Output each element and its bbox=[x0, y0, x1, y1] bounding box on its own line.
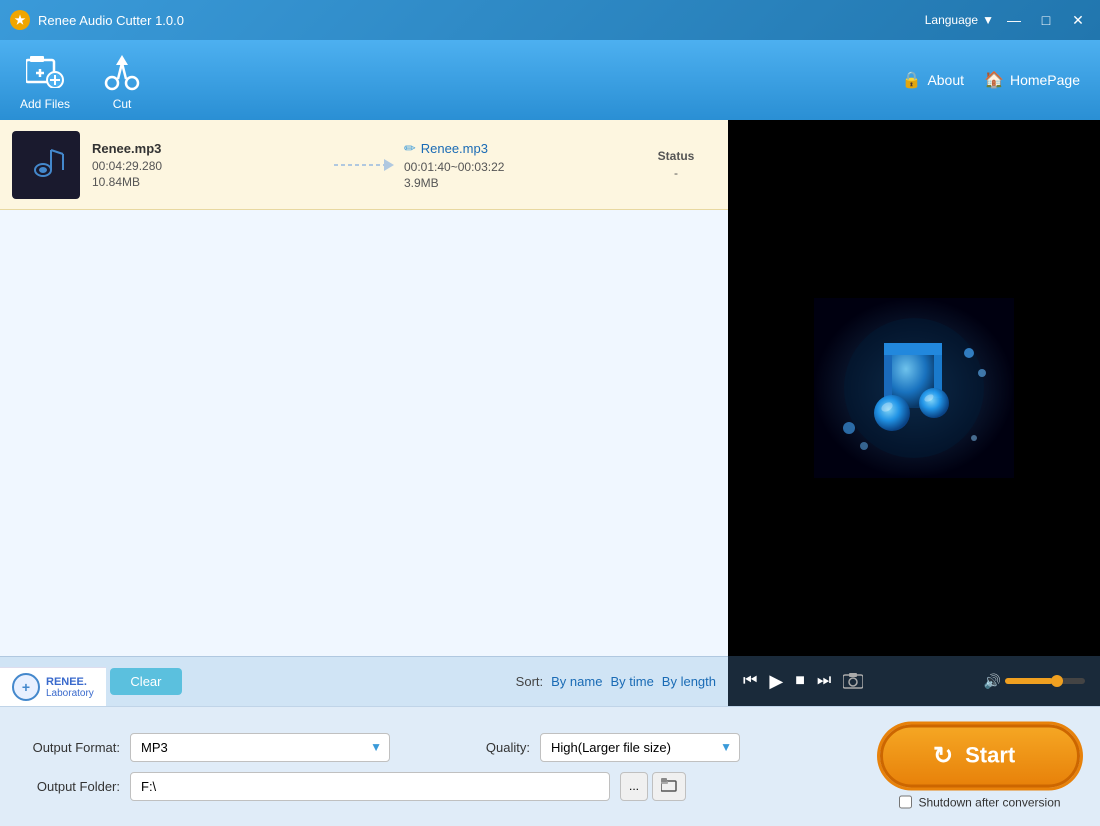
sort-by-time[interactable]: By time bbox=[610, 674, 653, 689]
output-size: 3.9MB bbox=[404, 176, 636, 190]
output-settings: Output Format: MP3 WAV AAC OGG FLAC WMA … bbox=[20, 733, 740, 801]
table-row[interactable]: Renee.mp3 00:04:29.280 10.84MB ✏ bbox=[0, 120, 728, 210]
preview-area bbox=[728, 120, 1100, 656]
shutdown-label: Shutdown after conversion bbox=[918, 795, 1060, 809]
source-info: Renee.mp3 00:04:29.280 10.84MB bbox=[92, 141, 324, 189]
about-button[interactable]: 🔒 About bbox=[902, 70, 965, 90]
about-icon: 🔒 bbox=[902, 70, 922, 90]
add-files-label: Add Files bbox=[20, 97, 70, 111]
quality-select[interactable]: High(Larger file size) Medium Low bbox=[540, 733, 740, 762]
format-row: Output Format: MP3 WAV AAC OGG FLAC WMA … bbox=[20, 733, 740, 762]
format-select[interactable]: MP3 WAV AAC OGG FLAC WMA bbox=[130, 733, 390, 762]
source-filename: Renee.mp3 bbox=[92, 141, 324, 156]
folder-row: Output Folder: ... bbox=[20, 772, 740, 801]
arrow-area bbox=[324, 150, 404, 180]
bottom-logo-area: + RENEE. Laboratory bbox=[0, 667, 106, 706]
volume-thumb[interactable] bbox=[1051, 675, 1063, 687]
sort-by-name[interactable]: By name bbox=[551, 674, 602, 689]
list-controls: Remove Clear Sort: By name By time By le… bbox=[0, 656, 728, 706]
status-label: Status bbox=[636, 149, 716, 163]
volume-slider[interactable] bbox=[1005, 678, 1085, 684]
skip-forward-button[interactable]: ⏭ bbox=[817, 672, 831, 690]
logo-icon: + bbox=[12, 673, 40, 701]
shutdown-row: Shutdown after conversion bbox=[899, 795, 1060, 809]
output-info: ✏ Renee.mp3 00:01:40~00:03:22 3.9MB bbox=[404, 140, 636, 190]
cut-button[interactable]: Cut bbox=[100, 49, 144, 111]
cut-label: Cut bbox=[113, 97, 132, 111]
browse-button[interactable]: ... bbox=[620, 772, 648, 801]
app-title: Renee Audio Cutter 1.0.0 bbox=[38, 13, 925, 28]
folder-label: Output Folder: bbox=[20, 779, 120, 794]
logo-text: RENEE. Laboratory bbox=[46, 676, 94, 699]
open-folder-button[interactable] bbox=[652, 772, 686, 801]
format-select-wrapper: MP3 WAV AAC OGG FLAC WMA ▼ bbox=[130, 733, 390, 762]
file-thumbnail bbox=[12, 131, 80, 199]
bottom-section: Output Format: MP3 WAV AAC OGG FLAC WMA … bbox=[0, 706, 1100, 826]
main-area: Renee.mp3 00:04:29.280 10.84MB ✏ bbox=[0, 120, 1100, 706]
status-value: - bbox=[636, 166, 716, 180]
play-button[interactable]: ▶ bbox=[769, 671, 783, 692]
output-range: 00:01:40~00:03:22 bbox=[404, 160, 636, 174]
folder-input[interactable] bbox=[130, 772, 610, 801]
right-panel: ⏮ ▶ ■ ⏭ 🔊 bbox=[728, 120, 1100, 706]
volume-control: 🔊 bbox=[984, 673, 1085, 690]
volume-icon: 🔊 bbox=[984, 673, 1001, 690]
sort-area: Sort: By name By time By length bbox=[516, 674, 716, 689]
window-controls: Language ▼ — □ ✕ bbox=[925, 8, 1090, 32]
start-label: Start bbox=[965, 743, 1015, 769]
source-size: 10.84MB bbox=[92, 175, 324, 189]
status-area: Status - bbox=[636, 149, 716, 180]
add-files-button[interactable]: Add Files bbox=[20, 49, 70, 111]
format-label: Output Format: bbox=[20, 740, 120, 755]
minimize-button[interactable]: — bbox=[1002, 8, 1026, 32]
start-refresh-icon: ↻ bbox=[933, 741, 953, 770]
home-icon: 🏠 bbox=[984, 70, 1004, 90]
titlebar: ★ Renee Audio Cutter 1.0.0 Language ▼ — … bbox=[0, 0, 1100, 40]
quality-label: Quality: bbox=[430, 740, 530, 755]
left-panel: Renee.mp3 00:04:29.280 10.84MB ✏ bbox=[0, 120, 728, 706]
music-note-visual bbox=[814, 298, 1014, 478]
snapshot-button[interactable] bbox=[843, 673, 863, 689]
close-button[interactable]: ✕ bbox=[1066, 8, 1090, 32]
toolbar-nav: 🔒 About 🏠 HomePage bbox=[902, 70, 1080, 90]
cut-icon bbox=[100, 49, 144, 93]
maximize-button[interactable]: □ bbox=[1034, 8, 1058, 32]
homepage-label: HomePage bbox=[1010, 72, 1080, 88]
quality-select-wrapper: High(Larger file size) Medium Low ▼ bbox=[540, 733, 740, 762]
app-logo: ★ bbox=[10, 10, 30, 30]
shutdown-checkbox[interactable] bbox=[899, 796, 912, 809]
clear-button[interactable]: Clear bbox=[110, 668, 181, 695]
toolbar: Add Files Cut 🔒 About 🏠 HomePage bbox=[0, 40, 1100, 120]
output-filename: ✏ Renee.mp3 bbox=[404, 140, 636, 157]
skip-back-button[interactable]: ⏮ bbox=[743, 672, 757, 690]
language-selector[interactable]: Language ▼ bbox=[925, 13, 994, 27]
sort-label: Sort: bbox=[516, 674, 543, 689]
source-duration: 00:04:29.280 bbox=[92, 159, 324, 173]
start-button[interactable]: ↻ Start bbox=[880, 724, 1080, 787]
homepage-button[interactable]: 🏠 HomePage bbox=[984, 70, 1080, 90]
stop-button[interactable]: ■ bbox=[795, 672, 805, 690]
volume-fill bbox=[1005, 678, 1053, 684]
file-list: Renee.mp3 00:04:29.280 10.84MB ✏ bbox=[0, 120, 728, 656]
about-label: About bbox=[927, 72, 964, 88]
player-controls: ⏮ ▶ ■ ⏭ 🔊 bbox=[728, 656, 1100, 706]
start-area: ↻ Start Shutdown after conversion bbox=[880, 724, 1080, 809]
folder-buttons: ... bbox=[620, 772, 686, 801]
sort-by-length[interactable]: By length bbox=[662, 674, 716, 689]
add-files-icon bbox=[23, 49, 67, 93]
